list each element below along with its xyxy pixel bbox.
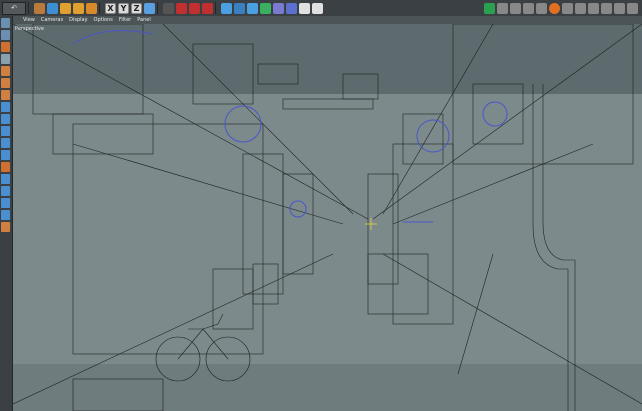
add-icon[interactable] bbox=[86, 2, 97, 14]
left-tool-palette bbox=[0, 16, 13, 411]
quantize-icon[interactable] bbox=[1, 150, 10, 160]
snap-icon[interactable] bbox=[497, 2, 508, 14]
axis-x-button[interactable]: X bbox=[105, 2, 116, 14]
points-mode-icon[interactable] bbox=[1, 66, 10, 76]
brush-icon[interactable] bbox=[523, 2, 534, 14]
toolbar-separator bbox=[157, 2, 158, 14]
menu-options[interactable]: Options bbox=[94, 16, 113, 24]
viewport-menu-bar: View Cameras Display Options Filter Pane… bbox=[13, 16, 642, 24]
menu-cameras[interactable]: Cameras bbox=[41, 16, 63, 24]
toolbar-separator bbox=[99, 2, 100, 14]
undo-mode-field[interactable]: ↶ bbox=[2, 1, 26, 15]
cube-icon[interactable] bbox=[221, 2, 232, 14]
render-picture-viewer-icon[interactable] bbox=[202, 2, 213, 14]
render-view-icon[interactable] bbox=[163, 2, 174, 14]
menu-view[interactable]: View bbox=[23, 16, 35, 24]
sculpt-icon[interactable] bbox=[536, 2, 547, 14]
layers-icon[interactable] bbox=[562, 2, 573, 14]
brush-tool-icon[interactable] bbox=[1, 174, 10, 184]
render-settings-icon[interactable] bbox=[189, 2, 200, 14]
axis-y-button[interactable]: Y bbox=[118, 2, 129, 14]
align-workplane-icon[interactable] bbox=[1, 198, 10, 208]
scale-icon[interactable] bbox=[60, 2, 71, 14]
camera-label: Perspective bbox=[15, 26, 44, 32]
tag-icon[interactable] bbox=[286, 2, 297, 14]
camera-icon[interactable] bbox=[299, 2, 310, 14]
pen-icon[interactable] bbox=[234, 2, 245, 14]
3d-viewport[interactable]: View Cameras Display Options Filter Pane… bbox=[13, 16, 642, 411]
dollar-icon[interactable] bbox=[549, 2, 560, 14]
grid-icon[interactable] bbox=[575, 2, 586, 14]
move-icon[interactable] bbox=[47, 2, 58, 14]
toolbar-separator bbox=[28, 2, 29, 14]
spline-icon[interactable] bbox=[484, 2, 495, 14]
axis-z-button[interactable]: Z bbox=[131, 2, 142, 14]
viewport-solo-icon[interactable] bbox=[1, 210, 10, 220]
menu-panel[interactable]: Panel bbox=[137, 16, 151, 24]
world-coords-icon[interactable] bbox=[144, 2, 155, 14]
make-editable-icon[interactable] bbox=[1, 18, 10, 28]
deformer-icon[interactable] bbox=[260, 2, 271, 14]
lock-workplane-icon[interactable] bbox=[1, 162, 10, 172]
texture-mode-icon[interactable] bbox=[1, 42, 10, 52]
magnet-icon[interactable] bbox=[510, 2, 521, 14]
sculpt-mode-icon[interactable] bbox=[1, 222, 10, 232]
environment-icon[interactable] bbox=[273, 2, 284, 14]
edges-mode-icon[interactable] bbox=[1, 78, 10, 88]
solo-icon[interactable] bbox=[1, 126, 10, 136]
light-icon[interactable] bbox=[312, 2, 323, 14]
menu-display[interactable]: Display bbox=[69, 16, 87, 24]
workplane-icon[interactable] bbox=[1, 54, 10, 64]
axis-mode-icon[interactable] bbox=[1, 102, 10, 112]
tweak-mode-icon[interactable] bbox=[1, 114, 10, 124]
wireframe-alley-scene bbox=[13, 24, 642, 411]
display-icon[interactable] bbox=[588, 2, 599, 14]
rotate-icon[interactable] bbox=[73, 2, 84, 14]
toolbar-separator bbox=[215, 2, 216, 14]
planar-workplane-icon[interactable] bbox=[1, 186, 10, 196]
main-toolbar: ↶ X Y Z bbox=[0, 0, 642, 17]
menu-filter[interactable]: Filter bbox=[119, 16, 131, 24]
render-region-icon[interactable] bbox=[176, 2, 187, 14]
subdivide-icon[interactable] bbox=[247, 2, 258, 14]
snapping-icon[interactable] bbox=[1, 138, 10, 148]
polygons-mode-icon[interactable] bbox=[1, 90, 10, 100]
model-mode-icon[interactable] bbox=[1, 30, 10, 40]
filter-icon[interactable] bbox=[614, 2, 625, 14]
select-icon[interactable] bbox=[34, 2, 45, 14]
lock-icon[interactable] bbox=[627, 2, 638, 14]
options-icon[interactable] bbox=[601, 2, 612, 14]
